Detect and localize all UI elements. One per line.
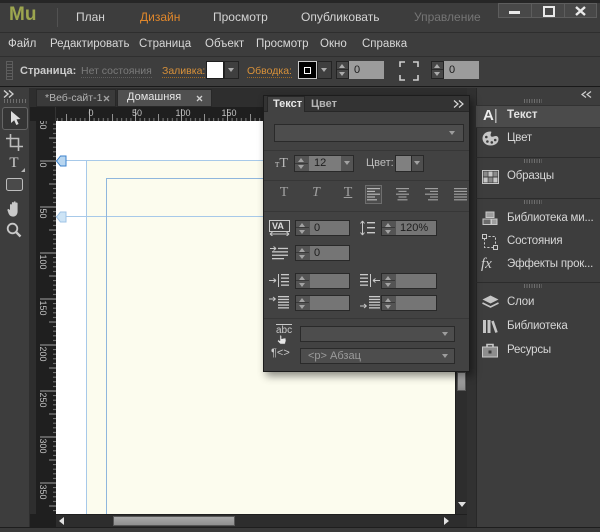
svg-text:100: 100 — [38, 255, 48, 270]
svg-text:150: 150 — [221, 108, 236, 118]
svg-text:200: 200 — [38, 347, 48, 362]
svg-text:0: 0 — [38, 163, 48, 168]
svg-text:100: 100 — [175, 108, 190, 118]
svg-text:300: 300 — [38, 439, 48, 454]
svg-text:250: 250 — [38, 393, 48, 408]
svg-text:50: 50 — [38, 209, 48, 219]
svg-text:50: 50 — [132, 108, 142, 118]
svg-text:150: 150 — [38, 301, 48, 316]
svg-text:350: 350 — [38, 485, 48, 500]
svg-text:-50: -50 — [38, 121, 48, 130]
svg-text:0: 0 — [88, 108, 93, 118]
svg-text:VA: VA — [272, 221, 284, 231]
